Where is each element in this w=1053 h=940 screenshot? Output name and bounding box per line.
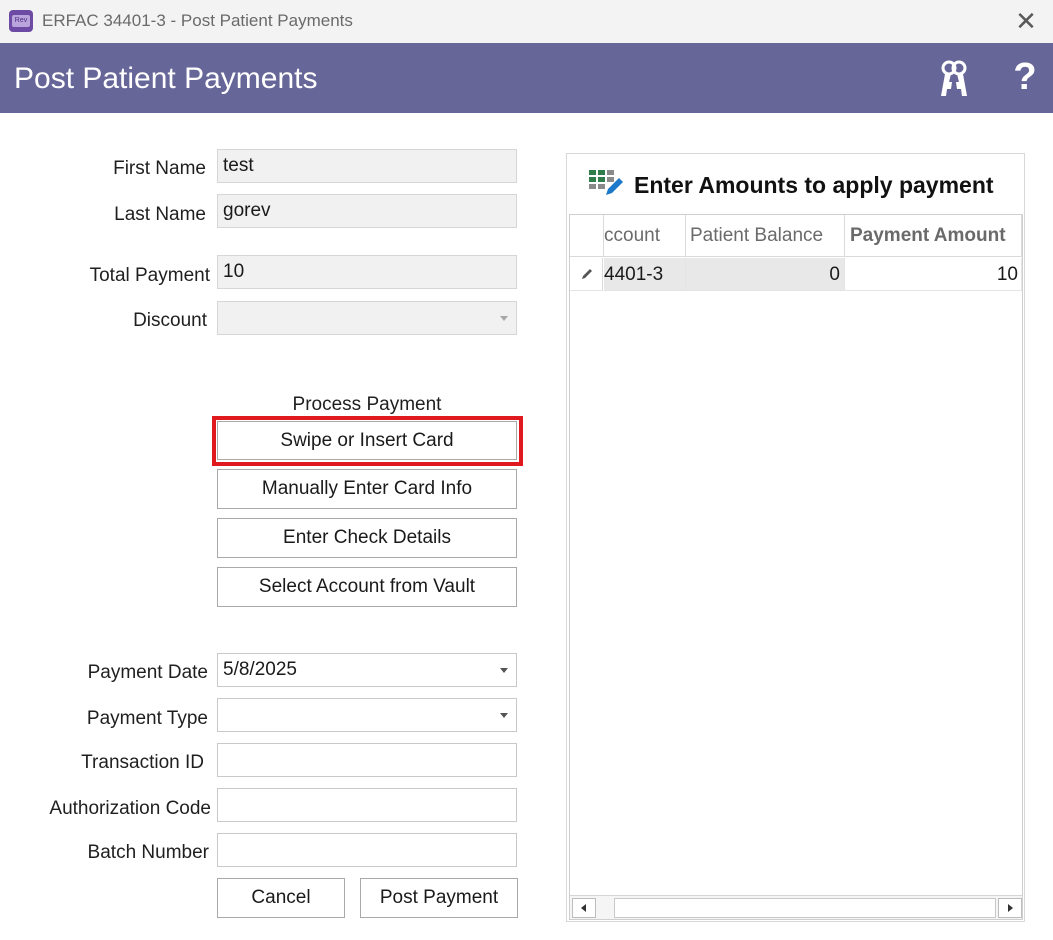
keys-icon[interactable] xyxy=(936,58,972,100)
page-header: Post Patient Payments xyxy=(0,43,1053,113)
grid-edit-icon xyxy=(589,170,623,195)
payment-date-picker[interactable]: 5/8/2025 xyxy=(217,653,517,687)
discount-dropdown[interactable] xyxy=(217,301,517,335)
chevron-down-icon xyxy=(500,713,508,718)
first-name-label: First Name xyxy=(113,158,206,179)
horizontal-scrollbar[interactable] xyxy=(570,895,1022,919)
column-header-payment-amount[interactable]: Payment Amount xyxy=(845,215,1022,257)
vault-account-button[interactable]: Select Account from Vault xyxy=(217,567,517,607)
cell-payment-amount[interactable]: 10 xyxy=(845,258,1022,291)
scrollbar-thumb[interactable] xyxy=(614,898,996,918)
payment-date-label: Payment Date xyxy=(87,662,208,683)
payment-date-value: 5/8/2025 xyxy=(223,659,297,680)
last-name-label: Last Name xyxy=(114,204,206,225)
column-header-patient-balance[interactable]: Patient Balance xyxy=(686,215,845,257)
authorization-code-field[interactable] xyxy=(217,788,517,822)
process-payment-label: Process Payment xyxy=(292,394,442,415)
app-icon-label: Rev xyxy=(12,15,30,27)
transaction-id-label: Transaction ID xyxy=(81,752,204,773)
window-title: ERFAC 34401-3 - Post Patient Payments xyxy=(42,11,353,30)
chevron-down-icon xyxy=(500,668,508,673)
post-payment-button[interactable]: Post Payment xyxy=(360,878,518,918)
first-name-field[interactable]: test xyxy=(217,149,517,183)
payment-grid[interactable]: ccount Patient Balance Payment Amount 44… xyxy=(569,214,1023,920)
chevron-down-icon xyxy=(500,316,508,321)
pencil-icon xyxy=(582,269,592,279)
check-details-button[interactable]: Enter Check Details xyxy=(217,518,517,558)
swipe-card-button[interactable]: Swipe or Insert Card xyxy=(217,421,517,460)
cancel-button[interactable]: Cancel xyxy=(217,878,345,918)
batch-number-field[interactable] xyxy=(217,833,517,867)
payment-type-label: Payment Type xyxy=(86,708,208,729)
row-edit-indicator xyxy=(570,258,603,291)
scroll-right-button[interactable] xyxy=(998,898,1022,918)
last-name-field[interactable]: gorev xyxy=(217,194,517,228)
payment-grid-panel: Enter Amounts to apply payment ccount Pa… xyxy=(566,153,1025,922)
close-icon[interactable]: ✕ xyxy=(1011,6,1041,36)
cell-patient-balance[interactable]: 0 xyxy=(686,258,845,291)
help-icon[interactable]: ? xyxy=(1010,56,1040,98)
app-icon: Rev xyxy=(9,10,33,32)
total-payment-field[interactable]: 10 xyxy=(217,255,517,289)
chevron-right-icon xyxy=(1008,904,1013,912)
authorization-code-label: Authorization Code xyxy=(49,798,211,819)
window-titlebar: Rev ERFAC 34401-3 - Post Patient Payment… xyxy=(0,0,1053,43)
page-title: Post Patient Payments xyxy=(14,62,318,95)
manual-card-button[interactable]: Manually Enter Card Info xyxy=(217,469,517,509)
scroll-left-button[interactable] xyxy=(572,898,596,918)
chevron-left-icon xyxy=(581,904,586,912)
grid-title: Enter Amounts to apply payment xyxy=(634,172,994,198)
payment-type-dropdown[interactable] xyxy=(217,698,517,732)
column-header-account[interactable]: ccount xyxy=(604,215,686,257)
transaction-id-field[interactable] xyxy=(217,743,517,777)
row-header-corner xyxy=(570,215,604,257)
cell-account[interactable]: 4401-3 xyxy=(604,258,686,291)
discount-label: Discount xyxy=(133,310,207,331)
total-payment-label: Total Payment xyxy=(89,265,210,286)
batch-number-label: Batch Number xyxy=(87,842,209,863)
